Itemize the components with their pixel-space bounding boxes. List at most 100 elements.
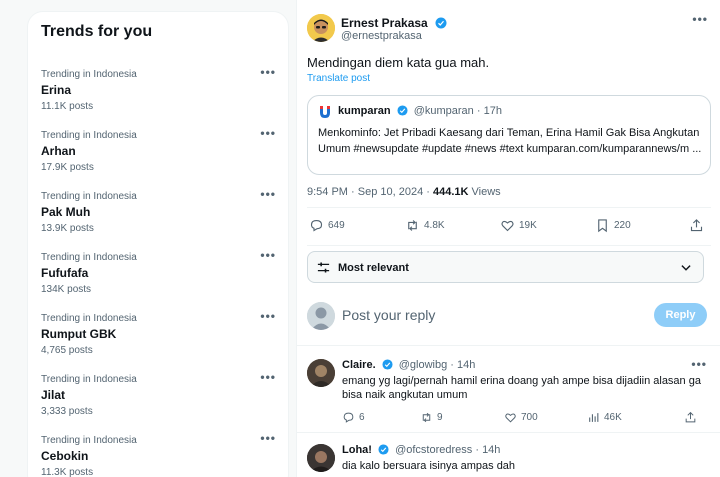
more-icon[interactable]: ••• — [260, 309, 276, 323]
view-count: 46K — [604, 412, 622, 423]
heart-icon — [501, 220, 514, 232]
trend-name: Erina — [41, 83, 72, 97]
post-actions: 649 4.8K 19K 220 — [297, 218, 720, 240]
reply-author-name[interactable]: Loha! — [342, 444, 372, 456]
more-icon[interactable]: ••• — [692, 12, 708, 26]
repost-icon — [422, 412, 431, 423]
post-time[interactable]: 9:54 PM · Sep 10, 2024 · — [307, 186, 433, 198]
quoted-post[interactable]: kumparan @kumparan · 17h Menkominfo: Jet… — [307, 95, 711, 175]
share-action[interactable] — [689, 218, 704, 233]
trend-name: Pak Muh — [41, 205, 91, 219]
divider — [307, 245, 711, 246]
reply-count: 6 — [359, 412, 365, 423]
trend-name: Rumput GBK — [41, 327, 117, 341]
reply-action[interactable]: 6 — [342, 411, 365, 424]
more-icon[interactable]: ••• — [260, 65, 276, 79]
like-action[interactable]: 700 — [504, 411, 538, 424]
reply-author-row: Loha! @ofcstoredress · 14h — [342, 444, 500, 456]
verified-badge-icon — [435, 17, 447, 29]
trend-count: 11.1K posts — [41, 101, 94, 112]
reply-text: dia kalo bersuara isinya ampas dah — [342, 460, 516, 472]
trend-count: 4,765 posts — [41, 345, 93, 356]
reply-author-handle[interactable]: @glowibg — [399, 359, 447, 371]
bookmark-action[interactable]: 220 — [595, 218, 631, 233]
reply-button[interactable]: Reply — [654, 303, 707, 327]
reply-author-row: Claire. @glowibg · 14h — [342, 359, 475, 371]
heart-icon — [505, 413, 516, 423]
reply-action[interactable]: 649 — [309, 218, 345, 233]
translate-link[interactable]: Translate post — [307, 73, 370, 84]
share-icon — [685, 411, 696, 423]
trend-name: Arhan — [41, 144, 76, 158]
trend-category: Trending in Indonesia — [41, 374, 137, 385]
repost-action[interactable]: 9 — [420, 411, 443, 424]
reply-count: 649 — [328, 220, 345, 231]
view-count: 444.1K — [432, 186, 469, 198]
verified-badge-icon — [382, 359, 393, 370]
verified-badge-icon — [397, 105, 408, 116]
more-icon[interactable]: ••• — [691, 357, 707, 371]
post-text: Mendingan diem kata gua mah. — [307, 55, 490, 70]
repost-count: 9 — [437, 412, 443, 423]
more-icon[interactable]: ••• — [260, 431, 276, 445]
reply-item[interactable]: Loha! @ofcstoredress · 14h dia kalo bers… — [297, 444, 720, 477]
reply-input[interactable]: Post your reply — [342, 307, 435, 323]
like-count: 19K — [519, 220, 537, 231]
reply-time: · 14h — [450, 359, 476, 371]
author-handle[interactable]: @ernestprakasa — [341, 30, 422, 42]
views-action[interactable]: 46K — [587, 411, 622, 424]
repost-icon — [408, 220, 417, 231]
reply-author-handle[interactable]: @ofcstoredress — [395, 444, 472, 456]
reply-avatar[interactable] — [307, 444, 335, 472]
author-avatar[interactable] — [307, 14, 335, 42]
user-avatar[interactable] — [307, 302, 335, 330]
views-label: Views — [468, 186, 501, 198]
quoted-time: · 17h — [476, 105, 502, 117]
more-icon[interactable]: ••• — [260, 126, 276, 140]
trend-item[interactable]: Trending in Indonesia Pak Muh 13.9K post… — [28, 187, 288, 251]
trend-category: Trending in Indonesia — [41, 252, 137, 263]
trend-item[interactable]: Trending in Indonesia Fufufafa 134K post… — [28, 248, 288, 312]
verified-badge-icon — [378, 444, 389, 455]
post-detail: Ernest Prakasa @ernestprakasa ••• Mendin… — [296, 0, 720, 477]
quoted-author-row: kumparan @kumparan · 17h — [338, 105, 502, 117]
trend-item[interactable]: Trending in Indonesia Cebokin 11.3K post… — [28, 431, 288, 477]
more-icon[interactable]: ••• — [260, 248, 276, 262]
trend-category: Trending in Indonesia — [41, 191, 137, 202]
divider — [297, 345, 720, 346]
trend-count: 11.3K posts — [41, 467, 94, 477]
share-action[interactable] — [684, 411, 697, 424]
divider — [307, 207, 711, 208]
sort-dropdown[interactable]: Most relevant — [307, 251, 704, 283]
bookmark-count: 220 — [614, 220, 631, 231]
like-action[interactable]: 19K — [500, 218, 537, 233]
like-count: 700 — [521, 412, 538, 423]
trends-panel: Trends for you Trending in Indonesia Eri… — [27, 11, 289, 477]
author-name[interactable]: Ernest Prakasa — [341, 16, 428, 30]
more-icon[interactable]: ••• — [260, 187, 276, 201]
repost-action[interactable]: 4.8K — [405, 218, 445, 233]
trend-count: 134K posts — [41, 284, 92, 295]
divider — [297, 432, 720, 433]
trend-item[interactable]: Trending in Indonesia Arhan 17.9K posts … — [28, 126, 288, 190]
more-icon[interactable]: ••• — [260, 370, 276, 384]
share-icon — [690, 219, 703, 232]
trend-name: Jilat — [41, 388, 66, 402]
trend-item[interactable]: Trending in Indonesia Jilat 3,333 posts … — [28, 370, 288, 434]
reply-text: emang yg lagi/pernah hamil erina doang y… — [342, 375, 701, 401]
reply-item[interactable]: Claire. @glowibg · 14h ••• emang yg lagi… — [297, 357, 720, 429]
kumparan-logo-icon — [318, 105, 332, 119]
reply-author-name[interactable]: Claire. — [342, 359, 376, 371]
trend-item[interactable]: Trending in Indonesia Rumput GBK 4,765 p… — [28, 309, 288, 373]
trends-title: Trends for you — [41, 23, 153, 40]
reply-icon — [343, 412, 354, 423]
trend-count: 17.9K posts — [41, 162, 94, 173]
reply-actions: 6 9 700 46K — [342, 411, 702, 427]
post-meta: 9:54 PM · Sep 10, 2024 · 444.1K Views — [307, 186, 501, 198]
quoted-author-name: kumparan — [338, 105, 391, 117]
quoted-author-handle: @kumparan — [413, 105, 474, 117]
trend-category: Trending in Indonesia — [41, 435, 137, 446]
reply-avatar[interactable] — [307, 359, 335, 387]
trend-category: Trending in Indonesia — [41, 130, 137, 141]
trend-item[interactable]: Trending in Indonesia Erina 11.1K posts … — [28, 65, 288, 129]
